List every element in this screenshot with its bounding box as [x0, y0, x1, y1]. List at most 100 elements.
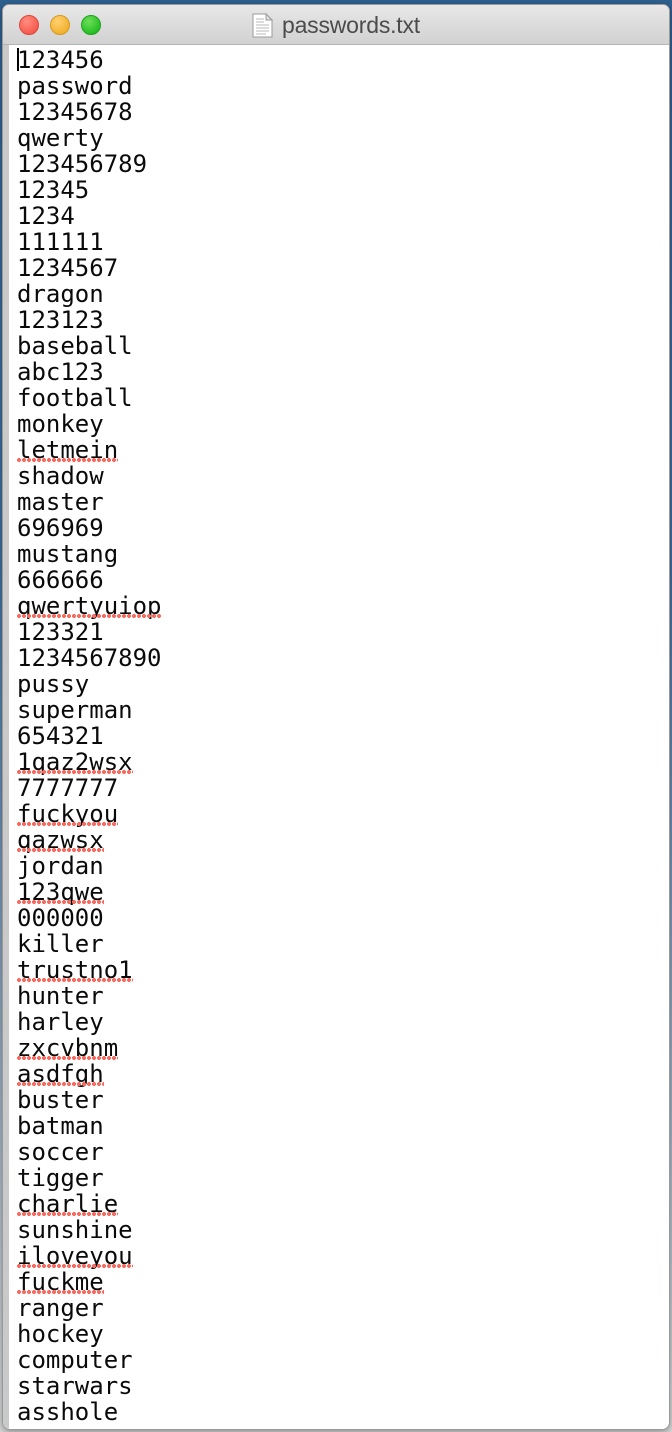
text-line[interactable]: ranger [17, 1295, 669, 1321]
text-line[interactable]: qazwsx [17, 827, 669, 853]
text-line-content: asshole [17, 1398, 119, 1426]
text-line[interactable]: 7777777 [17, 775, 669, 801]
text-line-content: football [17, 384, 133, 412]
text-line-content: monkey [17, 410, 104, 438]
text-line[interactable]: 1234567890 [17, 645, 669, 671]
text-line[interactable]: abc123 [17, 359, 669, 385]
close-button[interactable] [19, 15, 39, 35]
text-line-content: 123456 [17, 46, 104, 74]
text-line-content: qazwsx [17, 826, 104, 854]
window-title-group: passwords.txt [3, 5, 669, 45]
text-line[interactable]: baseball [17, 333, 669, 359]
text-line-content: fuckme [17, 1268, 104, 1296]
text-line-content: 7777777 [17, 774, 119, 802]
text-line-content: 12345 [17, 176, 90, 204]
text-line[interactable]: 696969 [17, 515, 669, 541]
text-line[interactable]: 111111 [17, 229, 669, 255]
text-line[interactable]: monkey [17, 411, 669, 437]
text-line[interactable]: 123456 [17, 47, 669, 73]
text-line[interactable]: jordan [17, 853, 669, 879]
text-line[interactable]: 123123 [17, 307, 669, 333]
zoom-button[interactable] [81, 15, 101, 35]
text-line[interactable]: hockey [17, 1321, 669, 1347]
window-titlebar[interactable]: passwords.txt [3, 5, 669, 45]
text-line[interactable]: dragon [17, 281, 669, 307]
text-line[interactable]: buster [17, 1087, 669, 1113]
text-line[interactable]: soccer [17, 1139, 669, 1165]
text-line-content: hunter [17, 982, 104, 1010]
text-line[interactable]: 12345 [17, 177, 669, 203]
text-line-content: 666666 [17, 566, 104, 594]
text-line[interactable]: charlie [17, 1191, 669, 1217]
text-line[interactable]: asshole [17, 1399, 669, 1425]
text-line-content: asdfgh [17, 1060, 104, 1088]
text-line-content: ranger [17, 1294, 104, 1322]
text-line[interactable]: qwerty [17, 125, 669, 151]
text-line-content: hockey [17, 1320, 104, 1348]
text-line[interactable]: hunter [17, 983, 669, 1009]
text-edit-area[interactable]: 123456 password 12345678 qwerty 123456789 123… [3, 45, 669, 1429]
text-line-content: trustno1 [17, 956, 133, 984]
text-editor-window: passwords.txt 123456 password 12345678 qwer… [2, 4, 670, 1430]
text-line[interactable]: sunshine [17, 1217, 669, 1243]
text-line[interactable]: qwertyuiop [17, 593, 669, 619]
text-line[interactable]: 1234 [17, 203, 669, 229]
text-line-content: 1qaz2wsx [17, 748, 133, 776]
text-line-content: batman [17, 1112, 104, 1140]
text-line-content: shadow [17, 462, 104, 490]
text-line[interactable]: fuckme [17, 1269, 669, 1295]
text-line[interactable]: mustang [17, 541, 669, 567]
text-line-content: dragon [17, 280, 104, 308]
text-line[interactable]: asdfgh [17, 1061, 669, 1087]
text-line-content: killer [17, 930, 104, 958]
minimize-button[interactable] [50, 15, 70, 35]
text-line[interactable]: trustno1 [17, 957, 669, 983]
text-line[interactable]: superman [17, 697, 669, 723]
text-line-content: 696969 [17, 514, 104, 542]
text-line-content: tigger [17, 1164, 104, 1192]
text-line[interactable]: tigger [17, 1165, 669, 1191]
text-line-content: 1234567890 [17, 644, 162, 672]
text-line[interactable]: fuckyou [17, 801, 669, 827]
text-line-content: 000000 [17, 904, 104, 932]
text-line-content: 12345678 [17, 98, 133, 126]
text-line-content: letmein [17, 436, 119, 464]
text-line[interactable]: 12345678 [17, 99, 669, 125]
text-line[interactable]: football [17, 385, 669, 411]
text-line[interactable]: 123321 [17, 619, 669, 645]
text-line[interactable]: letmein [17, 437, 669, 463]
text-line[interactable]: computer [17, 1347, 669, 1373]
text-line-content: pussy [17, 670, 90, 698]
text-line-content: jordan [17, 852, 104, 880]
text-line-content: zxcvbnm [17, 1034, 119, 1062]
text-line-content: 1234 [17, 202, 75, 230]
text-line-content: harley [17, 1008, 104, 1036]
text-line-content: 1234567 [17, 254, 119, 282]
text-line-content: iloveyou [17, 1242, 133, 1270]
text-line[interactable]: iloveyou [17, 1243, 669, 1269]
text-line[interactable]: shadow [17, 463, 669, 489]
text-line-content: mustang [17, 540, 119, 568]
text-line[interactable]: 123456789 [17, 151, 669, 177]
text-line[interactable]: password [17, 73, 669, 99]
text-line[interactable]: harley [17, 1009, 669, 1035]
text-line[interactable]: 1234567 [17, 255, 669, 281]
text-line[interactable]: zxcvbnm [17, 1035, 669, 1061]
text-line[interactable]: master [17, 489, 669, 515]
document-icon [252, 12, 273, 37]
text-line[interactable]: 666666 [17, 567, 669, 593]
text-line[interactable]: 654321 [17, 723, 669, 749]
text-line-content: starwars [17, 1372, 133, 1400]
text-line-content: buster [17, 1086, 104, 1114]
text-line-content: password [17, 72, 133, 100]
text-line[interactable]: batman [17, 1113, 669, 1139]
text-line[interactable]: 000000 [17, 905, 669, 931]
text-line[interactable]: starwars [17, 1373, 669, 1399]
text-line[interactable]: 123qwe [17, 879, 669, 905]
text-line-content: 123321 [17, 618, 104, 646]
text-line[interactable]: pussy [17, 671, 669, 697]
window-controls [19, 5, 101, 45]
text-line-list: 123456 password 12345678 qwerty 123456789 123… [9, 47, 669, 1425]
text-line[interactable]: 1qaz2wsx [17, 749, 669, 775]
text-line[interactable]: killer [17, 931, 669, 957]
